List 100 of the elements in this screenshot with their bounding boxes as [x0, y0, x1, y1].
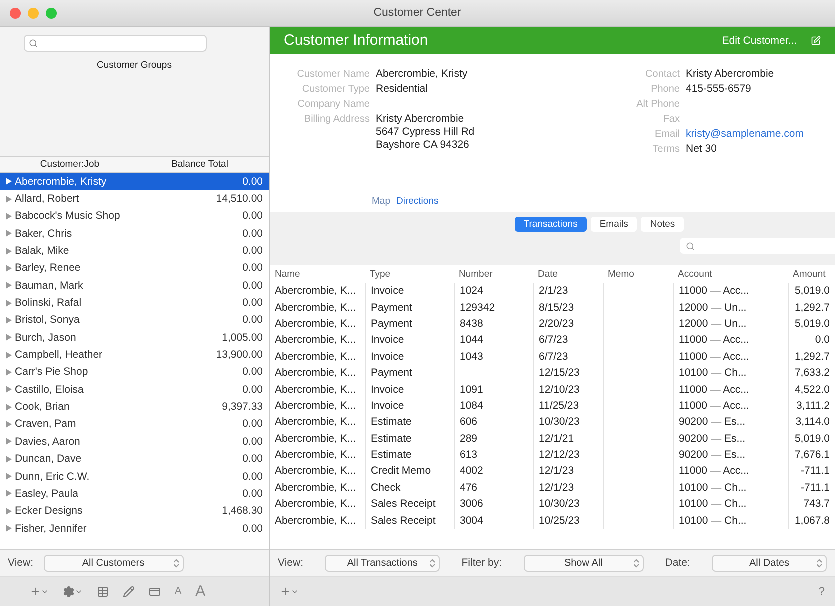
- disclosure-triangle-icon[interactable]: [6, 196, 12, 203]
- disclosure-triangle-icon[interactable]: [6, 508, 12, 515]
- filter-dropdown[interactable]: Show All: [524, 554, 644, 572]
- column-header[interactable]: Amount: [788, 265, 835, 283]
- table-cell: 129342: [454, 299, 533, 316]
- column-header[interactable]: Memo: [603, 265, 673, 283]
- customer-row[interactable]: Easley, Paula 0.00: [0, 485, 269, 503]
- customer-row[interactable]: Abercrombie, Kristy 0.00: [0, 173, 269, 190]
- column-header[interactable]: Customer:Job: [0, 159, 140, 170]
- disclosure-triangle-icon[interactable]: [6, 490, 12, 498]
- view-dropdown[interactable]: All Customers: [44, 554, 184, 572]
- disclosure-triangle-icon[interactable]: [6, 178, 12, 186]
- tab[interactable]: Notes: [641, 217, 684, 232]
- table-cell-text: Abercrombie, K...: [274, 316, 358, 332]
- tab[interactable]: Transactions: [514, 217, 587, 232]
- customer-row[interactable]: Balak, Mike 0.00: [0, 242, 269, 260]
- customer-row[interactable]: Babcock's Music Shop 0.00: [0, 208, 269, 226]
- customer-row[interactable]: Cook, Brian 9,397.33: [0, 398, 269, 416]
- customer-row[interactable]: Carr's Pie Shop 0.00: [0, 364, 269, 382]
- field-label: Fax: [662, 113, 680, 126]
- disclosure-triangle-icon[interactable]: [6, 386, 12, 394]
- search-field[interactable]: [680, 238, 835, 254]
- disclosure-triangle-icon[interactable]: [6, 404, 12, 411]
- disclosure-triangle-icon[interactable]: [6, 248, 12, 255]
- customer-row[interactable]: Duncan, Dave 0.00: [0, 450, 269, 468]
- card-button[interactable]: [149, 586, 161, 598]
- disclosure-triangle-icon[interactable]: [6, 334, 12, 342]
- column-header[interactable]: Date: [533, 265, 603, 283]
- column-header[interactable]: Number: [454, 265, 533, 283]
- table-cell-text: Abercrombie, K...: [274, 464, 358, 480]
- customer-row[interactable]: Ecker Designs 1,468.30: [0, 502, 269, 520]
- table-cell: 12/12/23: [533, 446, 603, 464]
- settings-button[interactable]: [63, 586, 83, 598]
- table-cell: Sales Receipt: [365, 512, 454, 529]
- disclosure-triangle-icon[interactable]: [6, 212, 12, 220]
- disclosure-triangle-icon[interactable]: [6, 438, 12, 446]
- filter-dropdown[interactable]: All Transactions: [325, 554, 440, 572]
- filter-label: Date:: [665, 557, 690, 569]
- table-cell-text: Abercrombie, K...: [274, 514, 358, 529]
- field-value: 5647 Cypress Hill Rd: [376, 126, 476, 139]
- disclosure-triangle-icon[interactable]: [6, 316, 12, 324]
- filter-label: View:: [278, 557, 304, 569]
- close-button[interactable]: [10, 8, 21, 18]
- column-header[interactable]: Type: [365, 265, 454, 283]
- help-button[interactable]: ?: [818, 586, 825, 598]
- edit-button[interactable]: [123, 586, 135, 598]
- customer-row[interactable]: Bolinski, Rafal 0.00: [0, 294, 269, 312]
- table-cell: Payment: [365, 316, 454, 332]
- disclosure-triangle-icon[interactable]: [6, 420, 12, 428]
- search-field[interactable]: [24, 35, 207, 52]
- column-header[interactable]: Name: [270, 265, 365, 283]
- field-label: Billing Address: [303, 113, 370, 127]
- field-label: Company Name: [296, 98, 370, 111]
- filter-dropdown[interactable]: All Dates: [712, 554, 827, 572]
- customer-row[interactable]: Campbell, Heather 13,900.00: [0, 346, 269, 364]
- disclosure-triangle-icon[interactable]: [6, 230, 12, 238]
- disclosure-triangle-icon[interactable]: [6, 368, 12, 376]
- customer-name: Davies, Aaron: [15, 436, 82, 448]
- table-cell: 11000 — Acc...: [673, 283, 788, 300]
- disclosure-triangle-icon[interactable]: [6, 525, 12, 532]
- customer-row[interactable]: Bristol, Sonya 0.00: [0, 312, 269, 330]
- table-cell: 743.7: [788, 496, 835, 512]
- customer-row[interactable]: Davies, Aaron 0.00: [0, 433, 269, 450]
- add-button[interactable]: [30, 586, 49, 597]
- field-value: Kristy Abercrombie: [376, 113, 466, 126]
- directions-link[interactable]: Directions: [396, 196, 439, 206]
- table-cell: 10/25/23: [533, 512, 603, 529]
- column-header[interactable]: Balance Total: [140, 159, 260, 170]
- disclosure-triangle-icon[interactable]: [6, 264, 12, 272]
- customer-row[interactable]: Bauman, Mark 0.00: [0, 277, 269, 294]
- zoom-button[interactable]: [46, 8, 57, 18]
- customer-balance: 9,397.33: [222, 401, 263, 414]
- disclosure-triangle-icon[interactable]: [6, 473, 12, 480]
- search-icon: [29, 39, 38, 48]
- customer-name: Carr's Pie Shop: [15, 366, 90, 378]
- add-button[interactable]: [280, 586, 299, 597]
- table-cell: 12000 — Un...: [673, 299, 788, 316]
- customer-row[interactable]: Craven, Pam 0.00: [0, 416, 269, 434]
- customer-row[interactable]: Dunn, Eric C.W. 0.00: [0, 468, 269, 486]
- table-cell-text: Abercrombie, K...: [274, 350, 358, 365]
- column-header[interactable]: Account: [673, 265, 788, 283]
- customer-row[interactable]: Barley, Renee 0.00: [0, 260, 269, 278]
- table-cell: -711.1: [788, 480, 835, 496]
- customer-balance: 0.00: [242, 297, 263, 310]
- customer-row[interactable]: Fisher, Jennifer 0.00: [0, 520, 269, 538]
- disclosure-triangle-icon[interactable]: [6, 456, 12, 463]
- table-cell: Credit Memo: [365, 463, 454, 480]
- table-cell-text: Abercrombie, K...: [274, 284, 358, 300]
- table-cell-text: Abercrombie, K...: [274, 398, 358, 414]
- disclosure-triangle-icon[interactable]: [6, 300, 12, 307]
- customer-row[interactable]: Burch, Jason 1,005.00: [0, 329, 269, 346]
- customer-row[interactable]: Castillo, Eloisa 0.00: [0, 381, 269, 398]
- tab[interactable]: Emails: [590, 217, 638, 232]
- table-button[interactable]: [97, 586, 109, 598]
- customer-balance: 14,510.00: [216, 193, 263, 206]
- disclosure-triangle-icon[interactable]: [6, 282, 12, 290]
- disclosure-triangle-icon[interactable]: [6, 352, 12, 359]
- email-link[interactable]: kristy@samplename.com: [686, 128, 804, 141]
- customer-row[interactable]: Allard, Robert 14,510.00: [0, 190, 269, 208]
- customer-row[interactable]: Baker, Chris 0.00: [0, 225, 269, 242]
